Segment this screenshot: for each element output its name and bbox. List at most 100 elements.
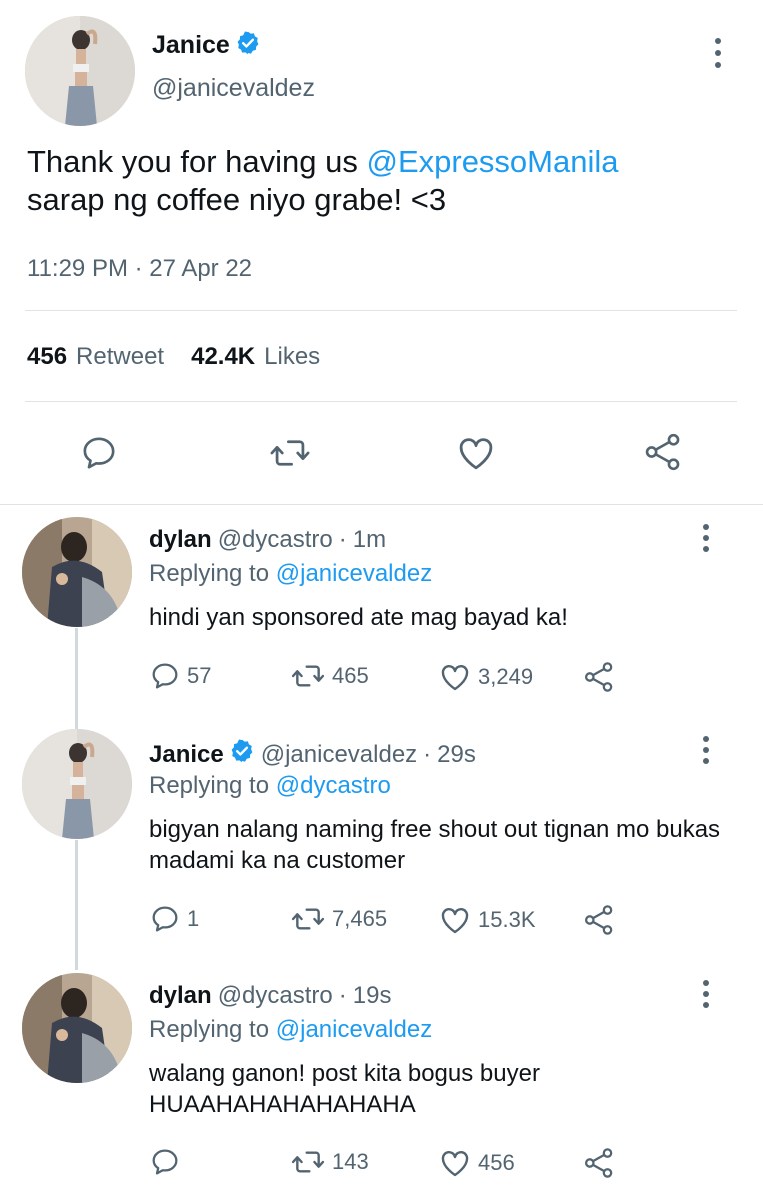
retweet-icon [291,665,325,687]
reply-author-handle[interactable]: @janicevaldez [261,741,417,769]
more-options-icon[interactable] [712,38,724,68]
main-tweet: Janice @janicevaldez Thank you for havin… [0,0,763,505]
verified-badge-icon [235,30,261,61]
avatar-janice[interactable] [25,16,135,126]
reply-header: dylan @dycastro · 19s [149,982,391,1010]
avatar-janice-image [25,16,135,126]
reply-text: bigyan nalang naming free shout out tign… [149,816,721,874]
avatar-janice[interactable] [22,729,132,839]
replying-to-mention[interactable]: @dycastro [276,772,391,799]
tweet-text-part: sarap ng coffee niyo grabe! <3 [27,182,447,217]
reply-count: 1 [187,906,200,931]
replying-to: Replying to @dycastro [149,772,391,800]
retweet-icon [291,908,325,930]
replying-to-mention[interactable]: @janicevaldez [276,560,432,587]
reply-icon[interactable] [79,433,119,473]
reply-author-name[interactable]: Janice [149,741,224,769]
reply-icon [152,906,178,932]
likes-stat[interactable]: 42.4K Likes [191,343,320,371]
reply-count: 57 [187,663,212,688]
divider [25,310,737,311]
reply-author-name[interactable]: dylan [149,982,212,1010]
reply-author-handle[interactable]: @dycastro [218,982,333,1010]
share-icon [584,905,613,935]
retweet-count: 465 [332,663,369,688]
more-options-icon[interactable] [700,980,712,1008]
verified-badge-icon [229,738,255,771]
replying-to: Replying to @janicevaldez [149,1016,432,1044]
avatar-dylan[interactable] [22,973,132,1083]
likes-label: Likes [264,343,321,370]
tweet-stats: 456 Retweet 42.4K Likes [27,343,347,371]
reply-header: Janice @janicevaldez · 29s [149,738,476,771]
retweet-count: 7,465 [332,906,388,931]
avatar-janice-image [22,729,132,839]
reply-header: dylan @dycastro · 1m [149,526,386,554]
tweet-timestamp[interactable]: 11:29 PM · 27 Apr 22 [27,255,252,283]
retweets-stat[interactable]: 456 Retweet [27,343,164,371]
tweet-text: Thank you for having us @ExpressoManila … [27,143,727,219]
share-button[interactable] [581,660,623,694]
share-icon [584,662,613,692]
reply-action-bar: 143 456 [149,1146,629,1180]
separator-dot: · [338,982,347,1009]
more-options-icon[interactable] [700,736,712,764]
reply-button[interactable]: 1 [149,903,199,935]
retweet-icon [291,1151,325,1173]
heart-icon [441,907,469,934]
like-button[interactable]: 456 [438,1146,515,1180]
reply-tweet: dylan @dycastro · 1m Replying to @janice… [0,505,763,730]
reply-action-bar: 57 465 3,249 [149,660,629,694]
reply-icon [152,1149,178,1175]
replying-to: Replying to @janicevaldez [149,560,432,588]
avatar-dylan-image [22,517,132,627]
reply-action-bar: 1 7,465 15.3K [149,903,629,937]
author-name[interactable]: Janice [152,31,230,60]
reply-text: walang ganon! post kita bogus buyer HUAA… [149,1060,540,1118]
retweets-label: Retweet [76,343,165,370]
retweet-button[interactable]: 7,465 [290,903,387,935]
author-name-row: Janice [152,30,261,61]
retweet-count: 143 [332,1149,369,1174]
share-button[interactable] [581,903,623,937]
reply-text: hindi yan sponsored ate mag bayad ka! [149,604,568,631]
like-count: 3,249 [478,664,534,689]
replying-to-label: Replying to [149,560,270,587]
retweet-icon[interactable] [269,433,311,473]
reply-tweet: Janice @janicevaldez · 29s Replying to @… [0,717,763,967]
likes-count: 42.4K [191,343,256,370]
more-options-icon[interactable] [700,524,712,552]
divider [25,401,737,402]
retweet-button[interactable]: 465 [290,660,369,692]
heart-icon [441,664,469,691]
reply-button[interactable] [149,1146,187,1178]
replying-to-mention[interactable]: @janicevaldez [276,1016,432,1043]
share-button[interactable] [581,1146,623,1180]
reply-author-name[interactable]: dylan [149,526,212,554]
retweets-count: 456 [27,343,68,370]
reply-icon [152,663,178,689]
reply-author-handle[interactable]: @dycastro [218,526,333,554]
like-button[interactable]: 15.3K [438,903,536,937]
share-icon [584,1148,613,1178]
reply-button[interactable]: 57 [149,660,211,692]
tweet-text-part: Thank you for having us [27,144,367,179]
avatar-dylan[interactable] [22,517,132,627]
separator-dot: · [423,740,432,768]
replying-to-label: Replying to [149,772,270,799]
heart-icon [441,1150,469,1177]
like-icon[interactable] [455,432,497,474]
tweet-mention-link[interactable]: @ExpressoManila [366,144,618,179]
author-handle[interactable]: @janicevaldez [152,74,315,103]
reply-tweet: dylan @dycastro · 19s Replying to @janic… [0,961,763,1200]
like-count: 456 [478,1150,515,1175]
reply-time[interactable]: 29s [437,741,476,769]
retweet-button[interactable]: 143 [290,1146,369,1178]
reply-time[interactable]: 19s [353,982,392,1010]
reply-time[interactable]: 1m [353,526,386,554]
separator-dot: · [338,526,347,553]
share-icon[interactable] [641,431,685,473]
replying-to-label: Replying to [149,1016,270,1043]
avatar-dylan-image [22,973,132,1083]
like-button[interactable]: 3,249 [438,660,533,694]
